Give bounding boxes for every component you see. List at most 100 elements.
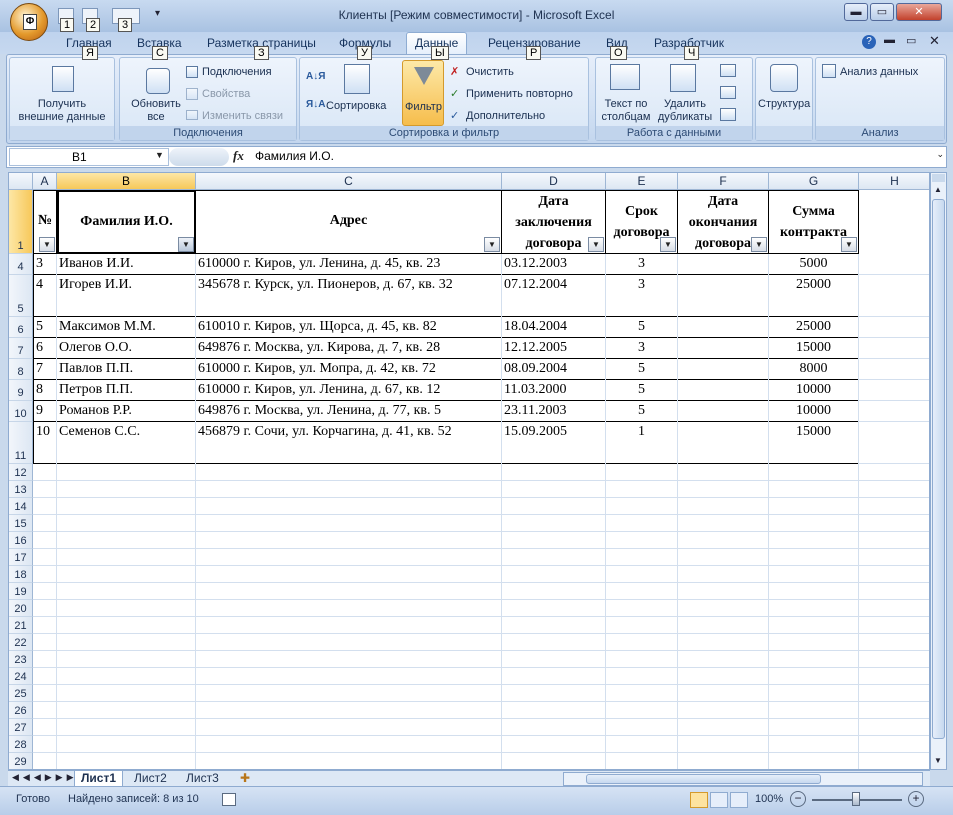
filter-dropdown-c[interactable]: ▼ xyxy=(484,237,500,252)
sheet-tab-2[interactable]: Лист2 xyxy=(128,771,173,787)
macro-record-icon[interactable] xyxy=(222,793,236,806)
filter-dropdown-a[interactable]: ▼ xyxy=(39,237,55,252)
data-analysis-button[interactable]: Анализ данных xyxy=(840,66,918,79)
row-header[interactable]: 16 xyxy=(9,532,33,549)
zoom-level[interactable]: 100% xyxy=(755,793,783,805)
name-box[interactable]: B1 xyxy=(9,148,169,166)
column-header-e[interactable]: E xyxy=(606,173,678,190)
table-cell-term[interactable]: 5 xyxy=(606,317,678,338)
table-cell-addr[interactable]: 345678 г. Курск, ул. Пионеров, д. 67, кв… xyxy=(196,275,502,317)
split-box[interactable] xyxy=(932,174,945,182)
row-header[interactable]: 5 xyxy=(9,275,33,317)
edit-links-button[interactable]: Изменить связи xyxy=(202,110,283,123)
filter-dropdown-g[interactable]: ▼ xyxy=(841,237,857,252)
formula-bar-handle[interactable] xyxy=(169,148,229,166)
normal-view-icon[interactable] xyxy=(690,792,708,808)
table-cell-term[interactable]: 3 xyxy=(606,338,678,359)
table-cell-term[interactable]: 3 xyxy=(606,275,678,317)
name-box-dropdown-icon[interactable]: ▼ xyxy=(155,150,164,160)
sheet-tab-1[interactable]: Лист1 xyxy=(74,771,124,787)
row-header[interactable]: 21 xyxy=(9,617,33,634)
scroll-up-icon[interactable]: ▲ xyxy=(934,185,942,194)
help-icon[interactable]: ? xyxy=(862,35,876,49)
scroll-down-icon[interactable]: ▼ xyxy=(934,756,942,765)
table-cell-date[interactable]: 11.03.2000 xyxy=(502,380,606,401)
horizontal-scroll-thumb[interactable] xyxy=(586,774,821,784)
table-cell-term[interactable]: 3 xyxy=(606,254,678,275)
sheet-tab-3[interactable]: Лист3 xyxy=(180,771,225,787)
column-header-g[interactable]: G xyxy=(769,173,859,190)
office-button[interactable]: Ф xyxy=(10,3,48,41)
filter-button[interactable]: Фильтр xyxy=(402,60,444,126)
table-cell-end[interactable] xyxy=(678,338,769,359)
table-cell-date[interactable]: 12.12.2005 xyxy=(502,338,606,359)
column-header-c[interactable]: C xyxy=(196,173,502,190)
header-cell-name[interactable]: Фамилия И.О. xyxy=(57,190,196,254)
table-cell-end[interactable] xyxy=(678,380,769,401)
row-header[interactable]: 14 xyxy=(9,498,33,515)
column-header-a[interactable]: A xyxy=(33,173,57,190)
clear-button[interactable]: Очистить xyxy=(466,66,514,79)
table-cell-term[interactable]: 5 xyxy=(606,380,678,401)
table-cell-name[interactable]: Иванов И.И. xyxy=(57,254,196,275)
table-cell-name[interactable]: Романов Р.Р. xyxy=(57,401,196,422)
table-cell-num[interactable]: 5 xyxy=(33,317,57,338)
properties-button[interactable]: Свойства xyxy=(202,88,250,101)
table-cell-end[interactable] xyxy=(678,275,769,317)
reapply-button[interactable]: Применить повторно xyxy=(466,88,573,101)
table-cell-end[interactable] xyxy=(678,317,769,338)
row-header[interactable]: 19 xyxy=(9,583,33,600)
row-header[interactable]: 22 xyxy=(9,634,33,651)
row-header[interactable]: 18 xyxy=(9,566,33,583)
sort-az-icon[interactable]: А↓Я xyxy=(306,70,325,83)
table-cell-addr[interactable]: 610000 г. Киров, ул. Ленина, д. 45, кв. … xyxy=(196,254,502,275)
outline-button[interactable]: Структура xyxy=(758,98,810,111)
table-cell-num[interactable]: 10 xyxy=(33,422,57,464)
zoom-slider-thumb[interactable] xyxy=(852,792,860,806)
filter-dropdown-f[interactable]: ▼ xyxy=(751,237,767,252)
ribbon-restore-icon[interactable]: ▭ xyxy=(906,34,916,47)
table-cell-num[interactable]: 9 xyxy=(33,401,57,422)
table-cell-term[interactable]: 1 xyxy=(606,422,678,464)
row-header[interactable]: 27 xyxy=(9,719,33,736)
row-header[interactable]: 12 xyxy=(9,464,33,481)
consolidate-icon[interactable] xyxy=(720,86,736,99)
table-cell-term[interactable]: 5 xyxy=(606,401,678,422)
table-cell-sum[interactable]: 15000 xyxy=(769,422,859,464)
sort-button[interactable]: Сортировка xyxy=(326,100,386,113)
table-cell-num[interactable]: 6 xyxy=(33,338,57,359)
table-cell-num[interactable]: 7 xyxy=(33,359,57,380)
row-header[interactable]: 23 xyxy=(9,651,33,668)
table-cell-addr[interactable]: 456879 г. Сочи, ул. Корчагина, д. 41, кв… xyxy=(196,422,502,464)
row-header[interactable]: 6 xyxy=(9,317,33,338)
row-header[interactable]: 17 xyxy=(9,549,33,566)
filter-dropdown-d[interactable]: ▼ xyxy=(588,237,604,252)
row-header[interactable]: 20 xyxy=(9,600,33,617)
header-cell-address[interactable]: Адрес xyxy=(196,190,502,254)
table-cell-addr[interactable]: 649876 г. Москва, ул. Ленина, д. 77, кв.… xyxy=(196,401,502,422)
workbook-close-icon[interactable]: ✕ xyxy=(929,33,940,49)
row-header[interactable]: 8 xyxy=(9,359,33,380)
table-cell-addr[interactable]: 610000 г. Киров, ул. Мопра, д. 42, кв. 7… xyxy=(196,359,502,380)
table-cell-sum[interactable]: 25000 xyxy=(769,275,859,317)
table-cell-name[interactable]: Семенов С.С. xyxy=(57,422,196,464)
insert-function-icon[interactable]: fx xyxy=(233,148,244,164)
table-cell-num[interactable]: 8 xyxy=(33,380,57,401)
table-cell-name[interactable]: Игорев И.И. xyxy=(57,275,196,317)
zoom-in-icon[interactable]: + xyxy=(908,791,924,807)
table-cell-addr[interactable]: 610000 г. Киров, ул. Ленина, д. 67, кв. … xyxy=(196,380,502,401)
filter-dropdown-e[interactable]: ▼ xyxy=(660,237,676,252)
row-header[interactable]: 15 xyxy=(9,515,33,532)
column-header-d[interactable]: D xyxy=(502,173,606,190)
table-cell-name[interactable]: Олегов О.О. xyxy=(57,338,196,359)
row-header-1[interactable]: 1 xyxy=(9,190,33,254)
formula-input[interactable]: Фамилия И.О. xyxy=(255,149,334,163)
expand-formula-icon[interactable]: ⌄ xyxy=(936,149,944,160)
horizontal-scrollbar[interactable] xyxy=(563,772,923,786)
table-cell-date[interactable]: 07.12.2004 xyxy=(502,275,606,317)
sheet-nav-arrows-icon[interactable]: ◀◀◀▶▶▶ xyxy=(12,772,78,783)
table-cell-num[interactable]: 3 xyxy=(33,254,57,275)
table-cell-name[interactable]: Максимов М.М. xyxy=(57,317,196,338)
table-cell-addr[interactable]: 649876 г. Москва, ул. Кирова, д. 7, кв. … xyxy=(196,338,502,359)
row-header[interactable]: 29 xyxy=(9,753,33,769)
